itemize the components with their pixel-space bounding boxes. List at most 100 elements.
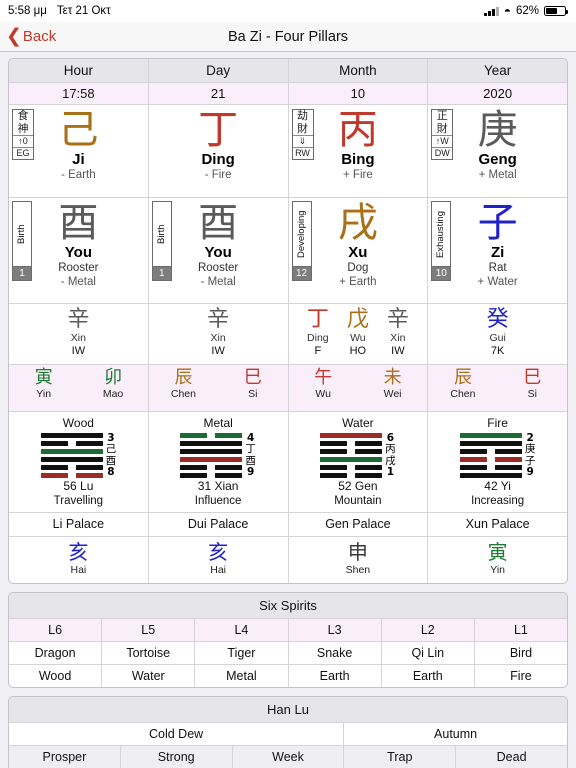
hexagram-diagram-3: 2庚子9 — [428, 433, 567, 478]
branch-cell-3[interactable]: Exhausting 10 子 Zi Rat + Water — [428, 198, 567, 303]
six-spirits-element-1: Water — [102, 665, 196, 687]
hidden-stem-2-0: 丁 Ding F — [298, 307, 338, 358]
stem-element-3: + Metal — [478, 169, 517, 181]
final-branch-character-3: 寅 — [487, 540, 508, 564]
heavenly-stems-row: 食神 ↑0 EG 己 Ji - Earth 丁 Ding - Fire 劫財 ⇓ RW 丙 Bing + F… — [9, 104, 567, 197]
branch-pair-pinyin-0-0: Yin — [36, 388, 52, 400]
branch-stage-number-1: 1 — [152, 266, 171, 280]
pillar-header-year: Year — [428, 59, 567, 82]
branch-stage-tag-2: Developing 12 — [291, 201, 312, 281]
hexagram-lines-0 — [40, 433, 103, 478]
hexagram-cell-3[interactable]: Fire 2 庚子 9 42 Yi Increasing — [428, 412, 567, 512]
back-button[interactable]: ❮ Back — [0, 27, 56, 46]
branch-stage-tag-0: Birth 1 — [12, 201, 32, 281]
han-lu-state-row: Prosper Strong Week Trap Dead — [9, 745, 567, 768]
hidden-stem-2-2: 辛 Xin IW — [378, 307, 418, 358]
hidden-stem-character-3-0: 癸 — [486, 307, 509, 332]
hidden-stem-2-1: 戊 Wu HO — [338, 307, 378, 358]
six-spirits-element-2: Metal — [195, 665, 289, 687]
pillar-header-month: Month — [288, 59, 429, 82]
branch-pair-pinyin-0-1: Mao — [102, 388, 124, 400]
stem-cell-1[interactable]: 丁 Ding - Fire — [149, 105, 289, 197]
hexagram-lines-1 — [180, 433, 243, 478]
branch-stage-label-1: Birth — [155, 224, 167, 244]
branch-stage-number-3: 10 — [432, 266, 451, 280]
hexagram-row: Wood 3 己酉 8 56 Lu Travelling Metal 4 丁酉 9 31 Xian I… — [9, 411, 567, 512]
six-spirits-element-5: Fire — [510, 669, 532, 683]
hidden-stem-code-1-0: IW — [211, 345, 225, 357]
hexagram-line-3-2 — [459, 449, 522, 454]
hidden-stem-character-2-1: 戊 — [346, 307, 369, 332]
branch-pairs-row: 寅 Yin 卯 Mao 辰 Chen 巳 Si 午 Wu 未 Wei 辰 Chen 巳 Si — [9, 364, 567, 411]
hexagram-cell-1[interactable]: Metal 4 丁酉 9 31 Xian Influence — [149, 412, 289, 512]
branch-pair-group-3: 辰 Chen 巳 Si — [428, 367, 567, 401]
hidden-stem-cell-2: 丁 Ding F 戊 Wu HO 辛 Xin IW — [289, 304, 429, 364]
hexagram-line-1-0 — [180, 433, 243, 438]
hexagram-line-0-4 — [40, 465, 103, 470]
branch-stage-tag-1: Birth 1 — [151, 201, 172, 281]
palace-cell-0: Li Palace — [9, 513, 149, 536]
navigation-bar: ❮ Back Ba Zi - Four Pillars — [0, 22, 576, 52]
hidden-stem-code-2-0: F — [314, 345, 322, 357]
six-spirits-name-row: Dragon Tortoise Tiger Snake Qi Lin Bird — [9, 641, 567, 664]
six-spirits-name-5: Bird — [509, 646, 533, 660]
hexagram-line-0-5 — [40, 473, 103, 478]
six-spirits-name-2: Tiger — [195, 642, 289, 664]
stem-tag-2: 劫財 ⇓ RW — [291, 109, 314, 160]
battery-percent: 62% — [515, 5, 539, 17]
stem-cell-3[interactable]: 正財 ↑W DW 庚 Geng + Metal — [428, 105, 567, 197]
hexagram-line-2-0 — [320, 433, 383, 438]
six-spirits-level-0: L6 — [9, 619, 103, 641]
branch-cell-0[interactable]: Birth 1 酉 You Rooster - Metal — [9, 198, 149, 303]
four-pillars-table: Hour Day Month Year 17:58 21 10 2020 食神 ↑0 EG 己 Ji… — [8, 58, 568, 584]
hexagram-bottom-number-1: 9 — [246, 465, 255, 478]
hexagram-bottom-number-2: 1 — [386, 465, 395, 478]
main-content: Hour Day Month Year 17:58 21 10 2020 食神 ↑0 EG 己 Ji… — [0, 52, 576, 768]
hexagram-line-0-2 — [40, 449, 103, 454]
branch-pair-cell-1: 辰 Chen 巳 Si — [148, 365, 289, 411]
branch-pair-character-0-0: 寅 — [34, 367, 53, 388]
hexagram-line-3-1 — [459, 441, 522, 446]
hexagram-side-character-2-0: 丙 — [385, 443, 396, 456]
hexagram-line-1-1 — [180, 441, 243, 446]
pillar-value-2: 10 — [288, 82, 429, 104]
hexagram-side-character-1-1: 酉 — [245, 454, 256, 467]
stem-cell-2[interactable]: 劫財 ⇓ RW 丙 Bing + Fire — [289, 105, 429, 197]
pillar-value-3: 2020 — [428, 82, 567, 104]
hexagram-diagram-0: 3己酉8 — [9, 433, 148, 478]
hexagram-name-2: 52 Gen — [338, 479, 378, 493]
six-spirits-level-2: L4 — [195, 619, 289, 641]
pillar-value-0: 17:58 — [9, 82, 149, 104]
status-date: Τετ 21 Οκτ — [56, 5, 111, 17]
hexagram-cell-2[interactable]: Water 6 丙戌 1 52 Gen Mountain — [289, 412, 429, 512]
branch-pair-group-0: 寅 Yin 卯 Mao — [9, 367, 148, 401]
hexagram-line-3-0 — [459, 433, 522, 438]
hidden-stem-code-3-0: 7K — [490, 345, 505, 357]
hexagram-cell-0[interactable]: Wood 3 己酉 8 56 Lu Travelling — [9, 412, 149, 512]
branch-pair-0-0: 寅 Yin — [9, 367, 78, 401]
stem-tag-hanzi-2: 劫財 — [297, 109, 308, 135]
branch-cell-1[interactable]: Birth 1 酉 You Rooster - Metal — [149, 198, 289, 303]
stem-tag-mid-3: ↑W — [432, 135, 453, 147]
han-lu-state-1: Strong — [120, 746, 233, 768]
stem-cell-0[interactable]: 食神 ↑0 EG 己 Ji - Earth — [9, 105, 149, 197]
branch-cell-2[interactable]: Developing 12 戌 Xu Dog + Earth — [289, 198, 429, 303]
hidden-stem-cell-1: 辛 Xin IW — [149, 304, 289, 364]
final-branch-cell-1: 亥 Hai — [149, 537, 289, 583]
chevron-left-icon: ❮ — [6, 26, 22, 47]
hexagram-diagram-2: 6丙戌1 — [289, 433, 428, 478]
hexagram-element-3: Fire — [487, 416, 508, 430]
final-branch-character-2: 申 — [347, 540, 368, 564]
branch-stage-tag-3: Exhausting 10 — [431, 201, 452, 281]
branch-pair-character-1-1: 巳 — [243, 367, 262, 388]
branch-pair-pinyin-1-0: Chen — [170, 388, 196, 400]
stem-pinyin-1: Ding — [201, 151, 235, 168]
final-branch-pinyin-0: Hai — [70, 564, 87, 576]
hexagram-side-labels-0: 3己酉8 — [106, 433, 117, 478]
hidden-stem-pinyin-1-0: Xin — [210, 332, 226, 344]
hidden-stem-group-0: 辛 Xin IW — [9, 307, 148, 358]
hidden-stem-group-1: 辛 Xin IW — [149, 307, 288, 358]
hidden-stem-pinyin-0-0: Xin — [70, 332, 86, 344]
six-spirits-level-3: L3 — [288, 619, 382, 641]
hexagram-line-2-3 — [320, 457, 383, 462]
